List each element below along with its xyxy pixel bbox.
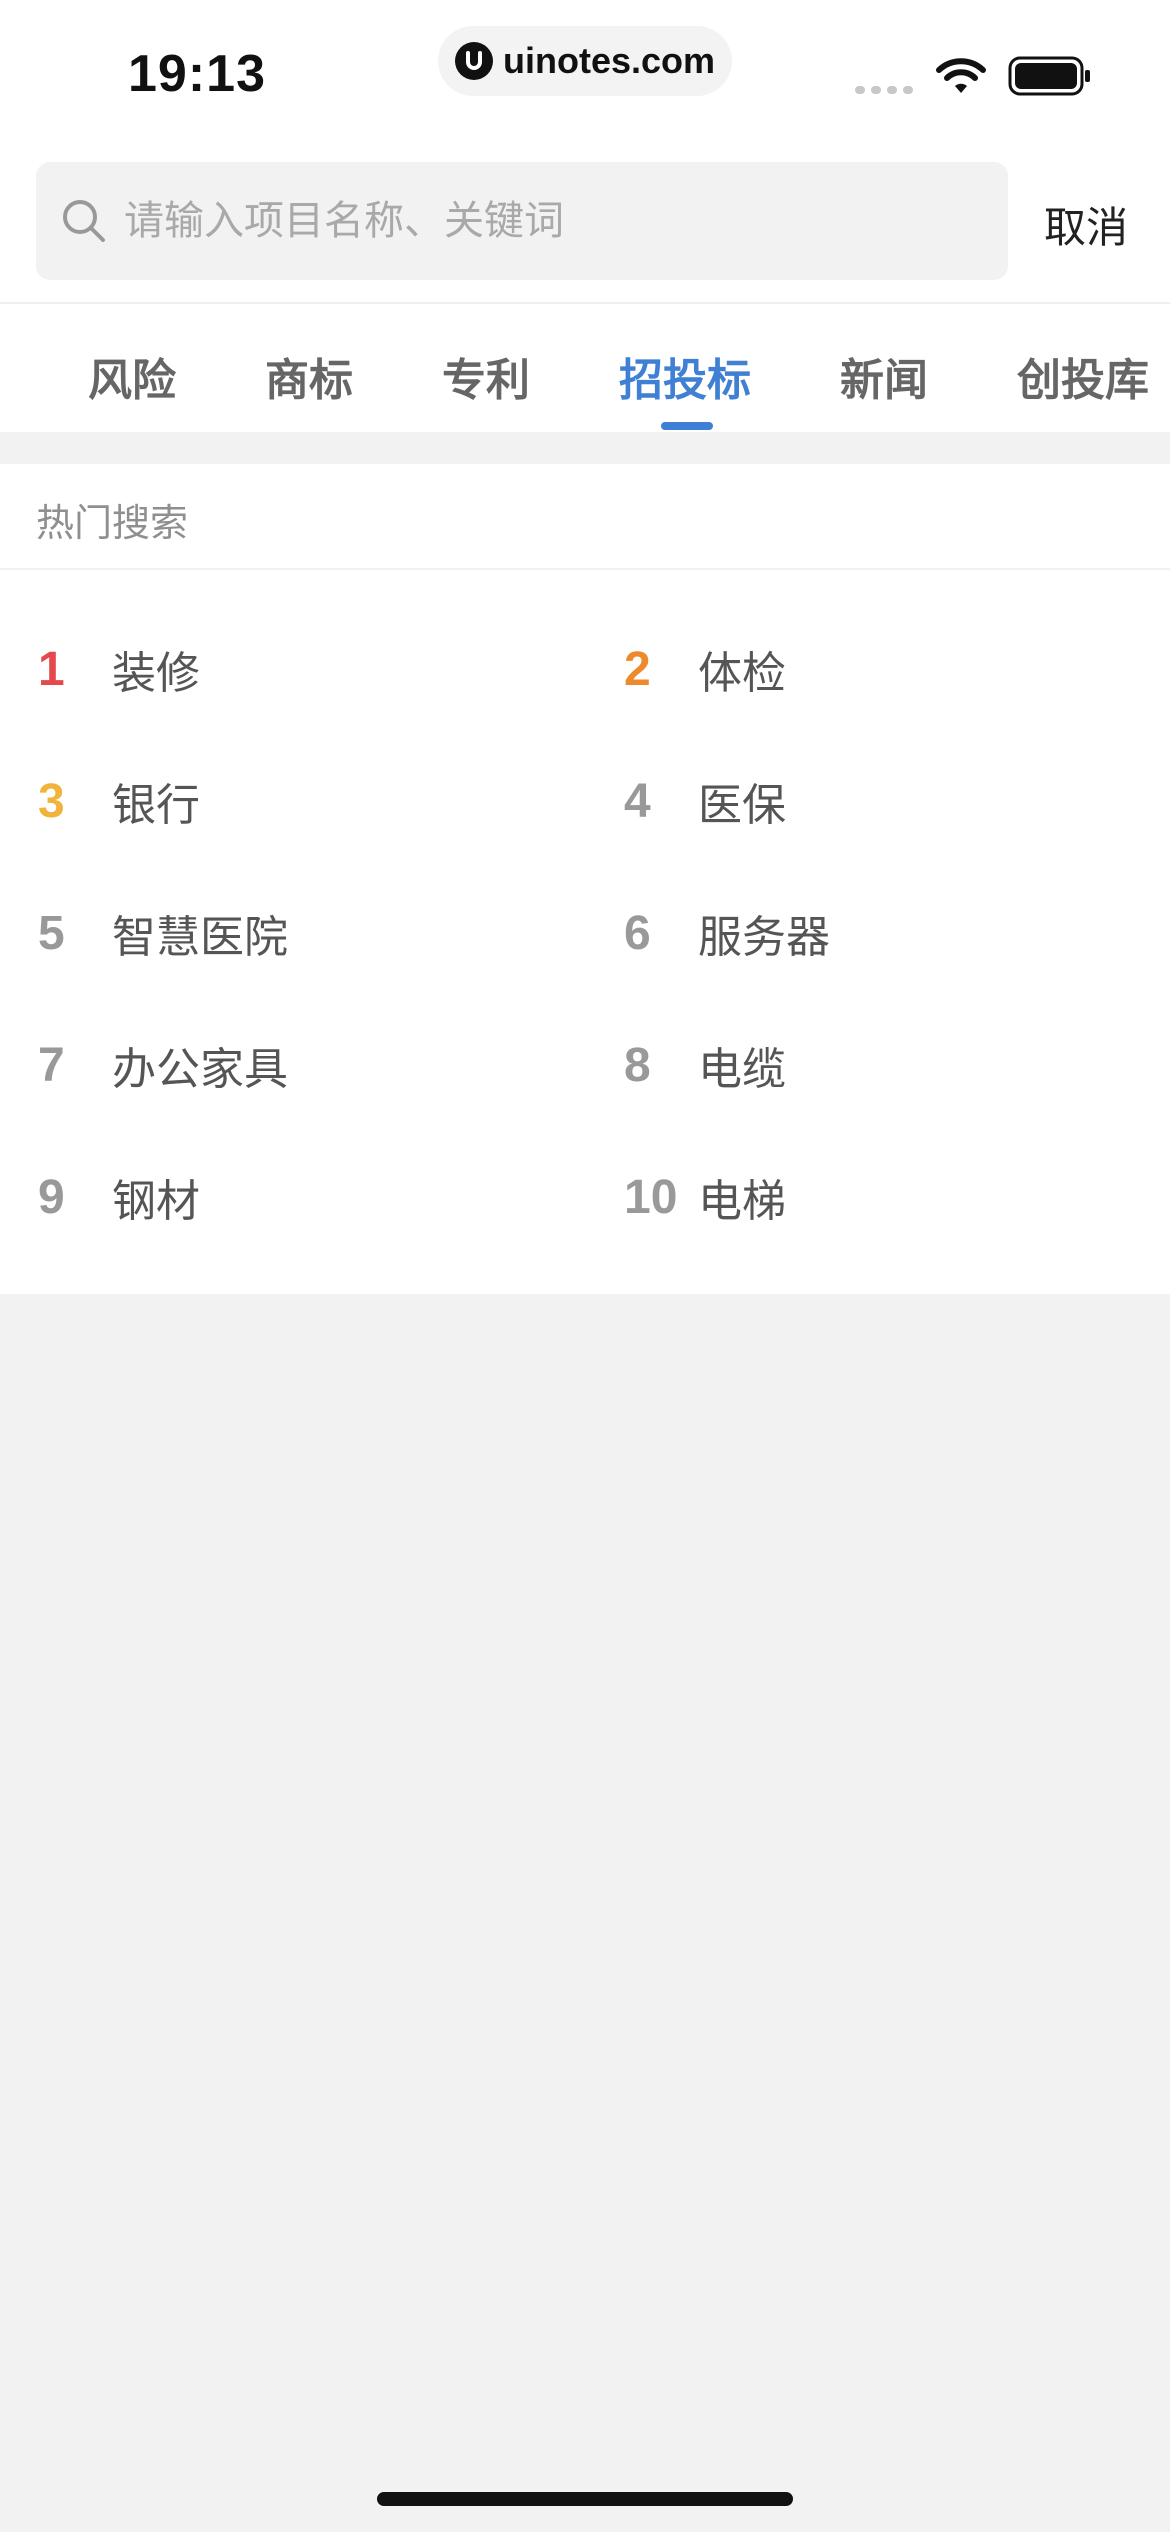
hot-search-item[interactable]: 7 办公家具 bbox=[38, 1030, 578, 1100]
hot-search-text: 银行 bbox=[112, 780, 200, 831]
hot-search-text: 服务器 bbox=[698, 912, 830, 963]
tab-risk[interactable]: 风险 bbox=[88, 344, 176, 408]
hot-search-item[interactable]: 8 电缆 bbox=[624, 1030, 1164, 1100]
search-header: 取消 bbox=[0, 150, 1170, 304]
rank-number: 6 bbox=[624, 906, 651, 960]
rank-number: 2 bbox=[624, 642, 651, 696]
hot-search-item[interactable]: 9 钢材 bbox=[38, 1162, 578, 1232]
category-tabs: 风险 商标 专利 招投标 新闻 创投库 bbox=[0, 304, 1170, 432]
rank-number: 7 bbox=[38, 1038, 65, 1092]
cancel-button[interactable]: 取消 bbox=[1044, 194, 1128, 255]
hot-search-text: 体检 bbox=[698, 648, 786, 699]
hot-search-text: 智慧医院 bbox=[112, 912, 288, 963]
tab-bidding[interactable]: 招投标 bbox=[619, 344, 751, 408]
wifi-icon bbox=[935, 56, 987, 100]
hot-search-text: 电梯 bbox=[698, 1176, 786, 1227]
search-input[interactable] bbox=[122, 197, 986, 245]
hot-search-item[interactable]: 10 电梯 bbox=[624, 1162, 1164, 1232]
hot-search-panel: 热门搜索 1 装修 2 体检 3 银行 4 医保 5 智慧医院 6 服务器 7 … bbox=[0, 464, 1170, 1294]
search-icon bbox=[60, 197, 108, 245]
url-text: uinotes.com bbox=[502, 40, 716, 81]
tab-news[interactable]: 新闻 bbox=[840, 344, 928, 408]
rank-number: 10 bbox=[624, 1170, 678, 1224]
hot-search-item[interactable]: 3 银行 bbox=[38, 766, 578, 836]
search-box[interactable] bbox=[36, 162, 1008, 280]
uinotes-logo-icon bbox=[454, 42, 493, 80]
battery-icon bbox=[1008, 56, 1092, 100]
rank-number: 5 bbox=[38, 906, 65, 960]
tab-trademark[interactable]: 商标 bbox=[265, 344, 353, 408]
cellular-signal-icon bbox=[855, 86, 913, 94]
rank-number: 9 bbox=[38, 1170, 65, 1224]
hot-search-text: 钢材 bbox=[112, 1176, 200, 1227]
tab-patent[interactable]: 专利 bbox=[442, 344, 530, 408]
tab-venture[interactable]: 创投库 bbox=[1017, 344, 1149, 408]
divider bbox=[0, 568, 1170, 570]
hot-search-title: 热门搜索 bbox=[36, 501, 189, 545]
hot-search-text: 装修 bbox=[112, 648, 200, 699]
home-indicator bbox=[377, 2492, 793, 2506]
status-time: 19:13 bbox=[128, 45, 266, 103]
status-bar: 19:13 uinotes.com bbox=[0, 0, 1170, 150]
rank-number: 8 bbox=[624, 1038, 651, 1092]
hot-search-text: 办公家具 bbox=[112, 1044, 288, 1095]
rank-number: 1 bbox=[38, 642, 65, 696]
hot-search-item[interactable]: 2 体检 bbox=[624, 634, 1164, 704]
rank-number: 4 bbox=[624, 774, 651, 828]
url-pill[interactable]: uinotes.com bbox=[438, 26, 732, 96]
rank-number: 3 bbox=[38, 774, 65, 828]
hot-search-item[interactable]: 1 装修 bbox=[38, 634, 578, 704]
hot-search-text: 电缆 bbox=[698, 1044, 786, 1095]
hot-search-item[interactable]: 5 智慧医院 bbox=[38, 898, 578, 968]
active-tab-indicator bbox=[661, 422, 713, 430]
hot-search-text: 医保 bbox=[698, 780, 786, 831]
hot-search-item[interactable]: 6 服务器 bbox=[624, 898, 1164, 968]
screen: 19:13 uinotes.com 请输入项目名称、关键词 取消 风险 商标 专… bbox=[0, 0, 1170, 2532]
hot-search-item[interactable]: 4 医保 bbox=[624, 766, 1164, 836]
